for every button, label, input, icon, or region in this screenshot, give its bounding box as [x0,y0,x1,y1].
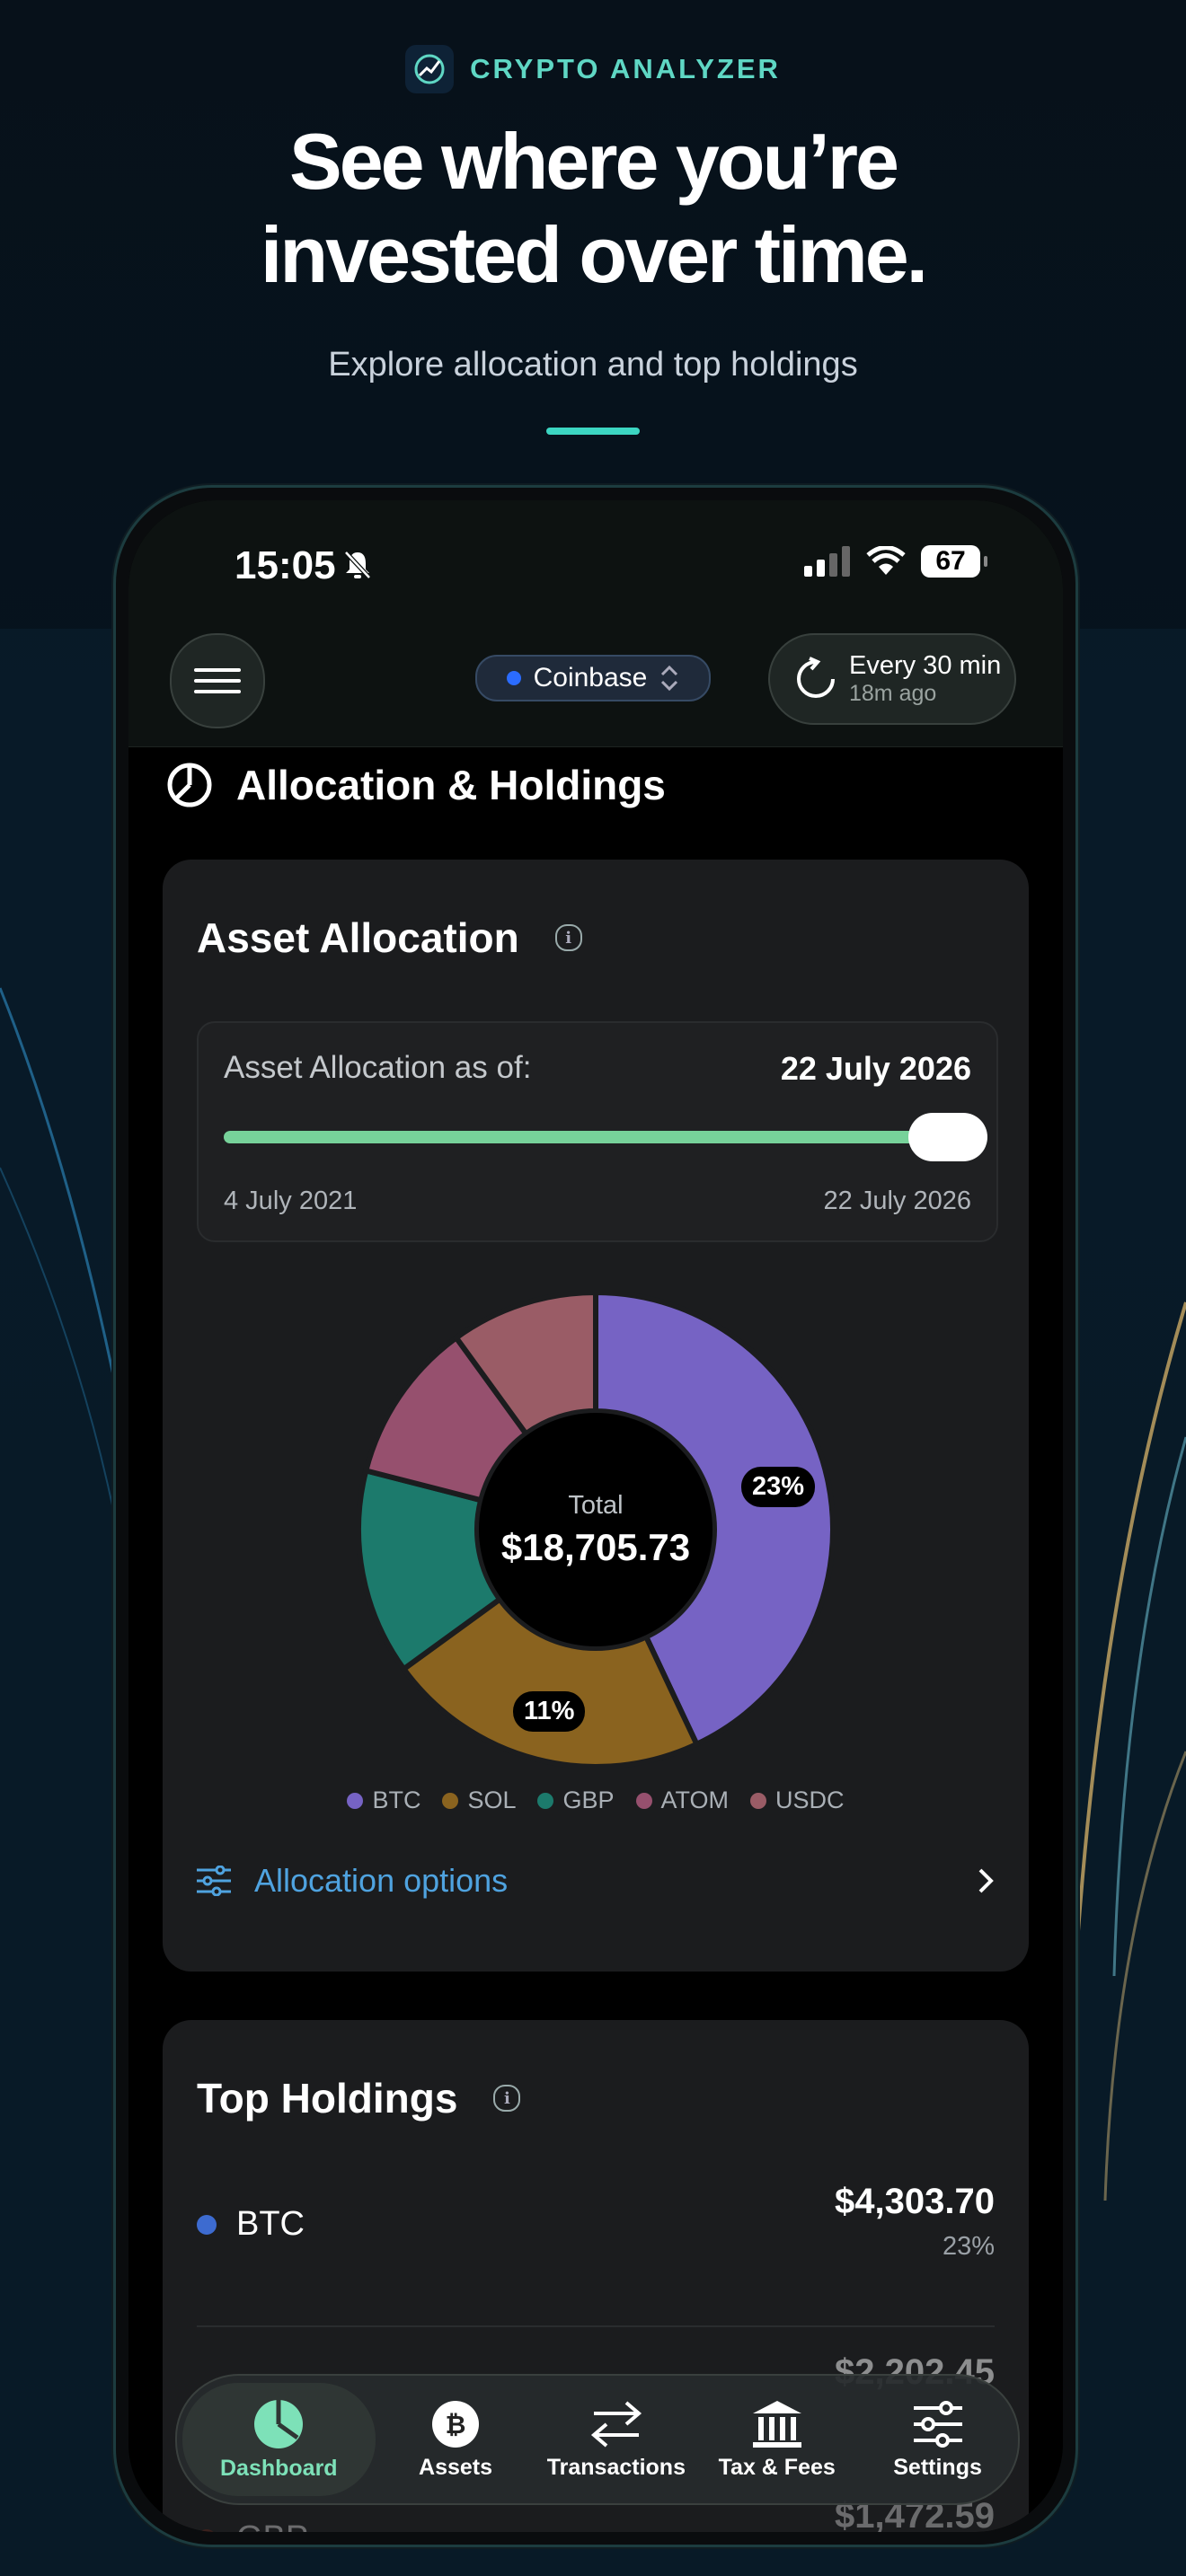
section-title: Allocation & Holdings [166,761,666,809]
arrows-icon [590,2400,642,2448]
app-screen: 15:05 67 Coinbase Every 30 min 18m ago A… [128,500,1063,2532]
section-title-text: Allocation & Holdings [236,762,666,808]
signal-icon [804,546,850,577]
tab-tax-fees[interactable]: Tax & Fees [696,2399,857,2481]
legend-item-sol: SOL [442,1786,516,1814]
headline-line-1: See where you’re [289,117,899,206]
tab-settings[interactable]: Settings [857,2399,1018,2481]
info-icon[interactable]: i [493,2085,521,2112]
allocation-donut-chart: Total $18,705.73 23% 11% [356,1289,836,1769]
divider [197,2325,995,2327]
battery-indicator: 67 [921,545,987,578]
holding-row-btc[interactable]: BTC $4,303.70 23% [197,2182,995,2280]
allocation-card: Asset Allocation i Asset Allocation as o… [163,860,1029,1972]
as-of-label: Asset Allocation as of: [224,1050,532,1085]
chevron-right-icon [978,1868,994,1893]
refresh-interval: Every 30 min [849,651,1002,680]
allocation-title: Asset Allocation i [197,913,582,962]
refresh-icon [797,657,835,698]
svg-text:₿: ₿ [446,2410,466,2439]
holdings-title: Top Holdings i [197,2074,521,2122]
bell-muted-icon [342,549,373,586]
tab-label: Assets [419,2454,493,2480]
holding-name: GBP [236,2519,308,2532]
legend-item-atom: ATOM [635,1786,729,1814]
range-start-date: 4 July 2021 [224,1187,358,1215]
pie-section-icon [167,763,212,807]
date-range-box: Asset Allocation as of: 22 July 2026 4 J… [197,1021,998,1242]
holding-name: BTC [236,2205,305,2243]
tab-dashboard[interactable]: Dashboard [182,2383,376,2496]
donut-center: Total $18,705.73 [357,1291,835,1769]
legend-item-btc: BTC [347,1786,420,1814]
tab-assets[interactable]: ₿ Assets [376,2399,536,2481]
app-logo-icon [405,45,455,93]
holding-value: $4,303.70 [835,2182,995,2221]
slice-label-btc: 23% [741,1467,816,1507]
top-bar: 15:05 67 Coinbase Every 30 min 18m ago [128,500,1063,747]
headline: See where you’re invested over time. [0,115,1186,302]
sliders-icon [197,1866,231,1896]
bitcoin-icon: ₿ [432,2400,480,2448]
slice-label-sol: 11% [513,1691,586,1732]
chart-legend: BTC SOL GBP ATOM USDC [163,1786,1029,1814]
range-end-date: 22 July 2026 [823,1187,971,1215]
info-icon[interactable]: i [554,924,582,951]
chevron-updown-icon [661,665,678,692]
holding-dot [197,2528,217,2532]
refresh-last: 18m ago [849,681,937,706]
total-label: Total [568,1490,624,1520]
legend-item-gbp: GBP [537,1786,615,1814]
legend-item-usdc: USDC [750,1786,845,1814]
tab-label: Dashboard [220,2455,338,2481]
subheadline: Explore allocation and top holdings [328,346,858,384]
tab-label: Transactions [546,2454,686,2480]
wifi-icon [866,546,906,575]
menu-button[interactable] [170,633,265,728]
holding-dot [197,2214,217,2235]
holdings-title-text: Top Holdings [197,2075,458,2122]
refresh-button[interactable]: Every 30 min 18m ago [768,633,1016,725]
allocation-title-text: Asset Allocation [197,914,519,961]
allocation-options-row[interactable]: Allocation options [197,1862,995,1900]
bottom-tab-bar: Dashboard ₿ Assets Transactions Tax & Fe… [175,2374,1020,2505]
date-slider-thumb[interactable] [908,1113,987,1161]
status-indicators: 67 [804,545,987,578]
hamburger-icon [194,668,241,693]
total-value: $18,705.73 [500,1525,691,1568]
pie-chart-icon [254,2399,304,2448]
holding-percent: 23% [942,2232,995,2261]
headline-line-2: invested over time. [260,210,928,299]
bank-icon [752,2400,801,2448]
tab-label: Tax & Fees [718,2454,836,2480]
tab-label: Settings [893,2454,982,2480]
status-time: 15:05 [235,543,336,587]
exchange-name: Coinbase [533,663,648,693]
exchange-status-dot [506,671,521,685]
accent-divider [546,428,640,435]
allocation-options-label: Allocation options [254,1862,509,1899]
tab-transactions[interactable]: Transactions [535,2399,696,2481]
exchange-selector[interactable]: Coinbase [475,655,711,701]
date-slider-track[interactable] [224,1131,943,1143]
brand-header: CRYPTO ANALYZER [0,45,1186,93]
brand-name: CRYPTO ANALYZER [470,53,781,84]
phone-frame: 15:05 67 Coinbase Every 30 min 18m ago A… [113,485,1078,2547]
as-of-date: 22 July 2026 [780,1050,971,1087]
sliders-icon [913,2400,962,2448]
